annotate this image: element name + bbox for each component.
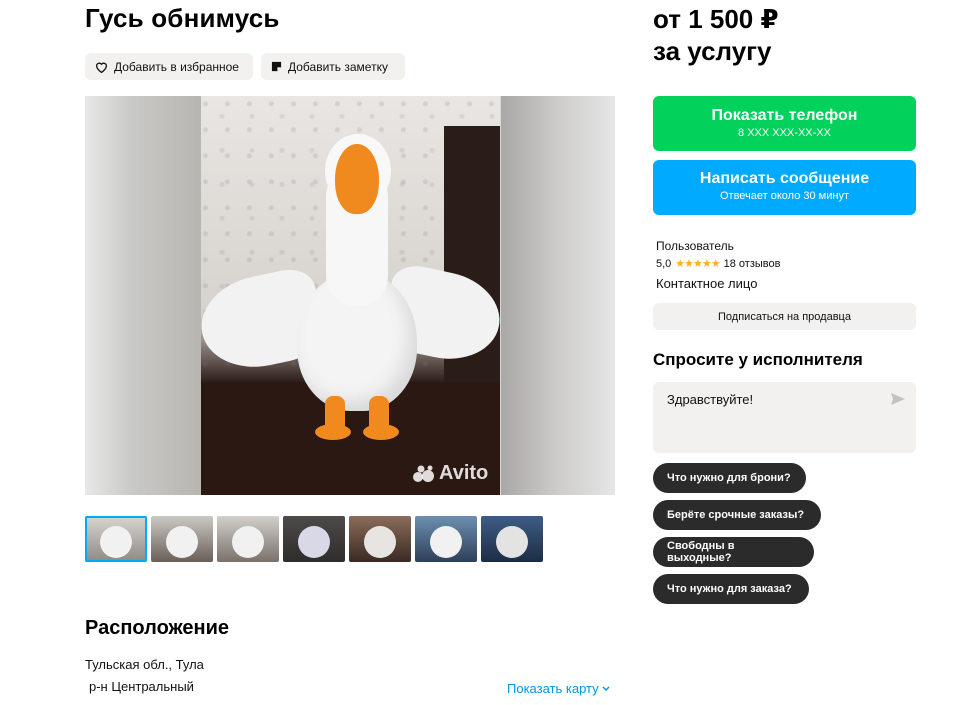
goose-beak (335, 144, 379, 214)
star-icons: ★★★★★ (675, 258, 720, 270)
goose-foot-right (363, 424, 399, 440)
show-map-link[interactable]: Показать карту (507, 681, 610, 696)
add-note-label: Добавить заметку (288, 59, 388, 74)
add-note-button[interactable]: Добавить заметку (261, 53, 405, 80)
location-title: Расположение (85, 617, 230, 639)
thumbnail[interactable] (415, 516, 477, 562)
contact-type: Контактное лицо (656, 276, 758, 291)
show-phone-label: Показать телефон (711, 107, 858, 124)
rating-value: 5,0 (656, 258, 672, 270)
subscribe-label: Подписаться на продавца (718, 310, 851, 323)
main-photo[interactable]: Avito (201, 96, 500, 495)
seller-info: Пользователь 5,0 ★★★★★ 18 отзывов Контак… (656, 237, 780, 293)
price-unit: за услугу (653, 36, 772, 66)
address-region: Тульская обл., Тула (85, 657, 204, 672)
quick-question-chip[interactable]: Берёте срочные заказы? (653, 500, 821, 530)
thumbnail[interactable] (85, 516, 147, 562)
price-amount: от 1 500 ₽ (653, 4, 779, 34)
quick-question-chip[interactable]: Свободны в выходные? (653, 537, 814, 567)
phone-number-mask: 8 XXX XXX-XX-XX (738, 127, 831, 139)
thumbnail[interactable] (349, 516, 411, 562)
heart-icon (95, 62, 108, 73)
subscribe-seller-button[interactable]: Подписаться на продавца (653, 303, 916, 330)
quick-question-chip[interactable]: Что нужно для заказа? (653, 574, 809, 604)
add-to-favorites-button[interactable]: Добавить в избранное (85, 53, 253, 80)
gallery-blur-left (85, 96, 202, 495)
reviews-count: 18 отзывов (723, 258, 781, 270)
photo-gallery[interactable]: Avito (85, 96, 615, 495)
price: от 1 500 ₽ за услугу (653, 3, 779, 67)
quick-question-chip[interactable]: Что нужно для брони? (653, 463, 806, 493)
watermark-text: Avito (439, 462, 489, 484)
chevron-down-icon (602, 685, 610, 691)
avito-watermark: Avito (413, 462, 488, 485)
quick-question-label: Что нужно для заказа? (667, 583, 792, 595)
message-input[interactable]: Здравствуйте! (653, 382, 916, 453)
message-input-text: Здравствуйте! (667, 392, 754, 407)
write-message-button[interactable]: Написать сообщение Отвечает около 30 мин… (653, 160, 916, 215)
add-to-favorites-label: Добавить в избранное (114, 59, 239, 74)
show-phone-button[interactable]: Показать телефон 8 XXX XXX-XX-XX (653, 96, 916, 151)
write-message-label: Написать сообщение (699, 170, 870, 187)
thumbnail[interactable] (283, 516, 345, 562)
goose-foot-left (315, 424, 351, 440)
listing-title: Гусь обнимусь (85, 3, 280, 33)
thumbnail[interactable] (217, 516, 279, 562)
show-map-label: Показать карту (507, 681, 599, 696)
thumbnail[interactable] (151, 516, 213, 562)
response-time: Отвечает около 30 минут (719, 190, 850, 202)
seller-rating[interactable]: 5,0 ★★★★★ 18 отзывов (656, 255, 780, 273)
gallery-blur-right (501, 96, 615, 495)
quick-question-label: Берёте срочные заказы? (667, 509, 805, 521)
thumbnail-strip (85, 516, 543, 562)
quick-question-label: Свободны в выходные? (667, 540, 735, 564)
quick-question-label: Что нужно для брони? (667, 472, 791, 484)
address-district: р-н Центральный (89, 679, 194, 694)
avito-logo-icon (413, 465, 434, 482)
thumbnail[interactable] (481, 516, 543, 562)
send-icon[interactable] (890, 392, 906, 406)
ask-seller-title: Спросите у исполнителя (653, 350, 863, 369)
seller-name[interactable]: Пользователь (656, 237, 780, 255)
note-icon (271, 61, 282, 72)
